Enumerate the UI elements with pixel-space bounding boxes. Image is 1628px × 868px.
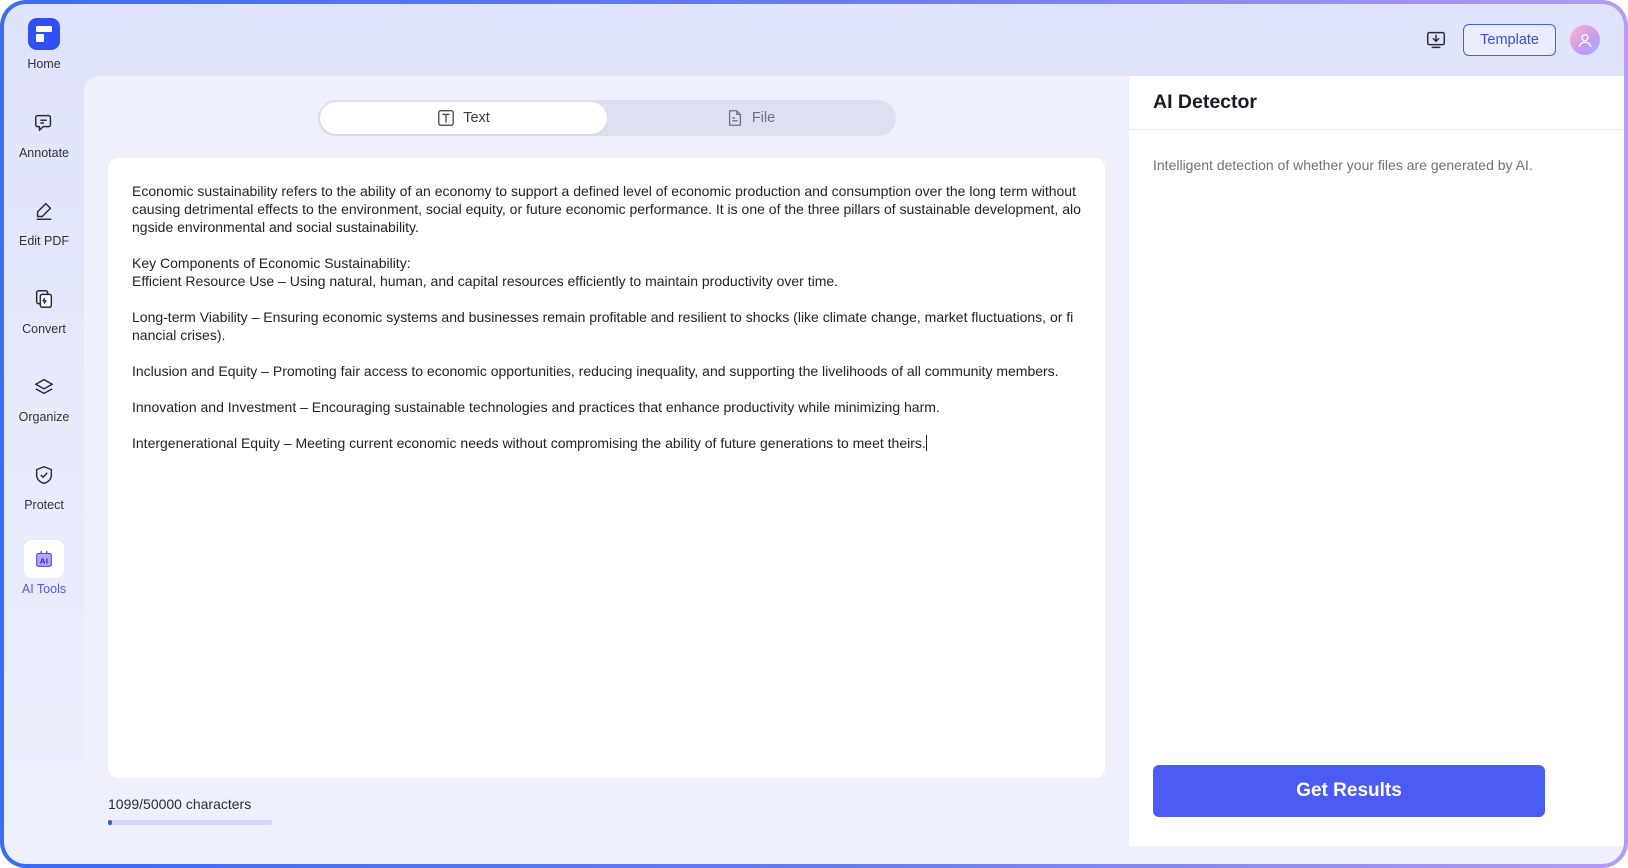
character-count: 1099/50000 characters — [108, 796, 252, 812]
app-window: Home Annotate Edit PDF Convert Organize … — [4, 4, 1624, 864]
text-icon — [438, 110, 455, 126]
svg-text:AI: AI — [40, 557, 49, 566]
sidebar-item-organize[interactable]: Organize — [4, 368, 84, 424]
sidebar-item-label: Edit PDF — [18, 234, 69, 248]
get-results-button[interactable]: Get Results — [1153, 765, 1545, 817]
ai-tools-icon: AI — [24, 540, 64, 578]
sidebar-item-protect[interactable]: Protect — [4, 456, 84, 512]
topbar-actions: Template — [1423, 24, 1600, 56]
editor-textarea[interactable]: Economic sustainability refers to the ab… — [132, 182, 1081, 754]
app-logo-icon — [28, 18, 60, 50]
sidebar-item-ai-tools[interactable]: AI AI Tools — [4, 540, 84, 596]
template-button[interactable]: Template — [1463, 24, 1556, 56]
panel-header: AI Detector — [1129, 76, 1624, 130]
sidebar-item-label: Annotate — [18, 146, 70, 160]
app-frame: Home Annotate Edit PDF Convert Organize … — [0, 0, 1628, 868]
tab-label: File — [751, 110, 776, 126]
sidebar-item-label: Organize — [18, 410, 70, 424]
protect-icon — [24, 456, 64, 494]
organize-icon — [24, 368, 64, 406]
tab-text[interactable]: Text — [320, 102, 607, 134]
home-button[interactable]: Home — [4, 18, 84, 71]
tab-file[interactable]: File — [607, 102, 894, 134]
main-content: Text File Economic sustainability refers… — [84, 76, 1129, 846]
sidebar: Home Annotate Edit PDF Convert Organize … — [4, 4, 84, 864]
sidebar-item-label: Protect — [24, 498, 64, 512]
sidebar-item-label: Convert — [22, 322, 66, 336]
home-label: Home — [27, 57, 61, 71]
character-progress-fill — [108, 820, 112, 825]
character-progress-bar — [108, 820, 272, 825]
annotate-icon — [24, 104, 64, 142]
text-caret — [925, 435, 927, 451]
editor-content: Economic sustainability refers to the ab… — [132, 183, 1081, 451]
text-editor[interactable]: Economic sustainability refers to the ab… — [108, 158, 1105, 778]
tab-label: Text — [463, 110, 490, 126]
panel-title: AI Detector — [1153, 91, 1258, 113]
download-icon[interactable] — [1423, 27, 1449, 53]
sidebar-item-edit-pdf[interactable]: Edit PDF — [4, 192, 84, 248]
panel-description: Intelligent detection of whether your fi… — [1153, 157, 1533, 173]
avatar[interactable] — [1570, 25, 1600, 55]
sidebar-item-annotate[interactable]: Annotate — [4, 104, 84, 160]
convert-icon — [24, 280, 64, 318]
input-mode-tabs: Text File — [318, 100, 896, 136]
file-icon — [728, 110, 741, 126]
edit-pdf-icon — [24, 192, 64, 230]
sidebar-item-label: AI Tools — [21, 582, 67, 596]
sidebar-item-convert[interactable]: Convert — [4, 280, 84, 336]
ai-detector-panel: AI Detector Intelligent detection of whe… — [1129, 76, 1624, 846]
